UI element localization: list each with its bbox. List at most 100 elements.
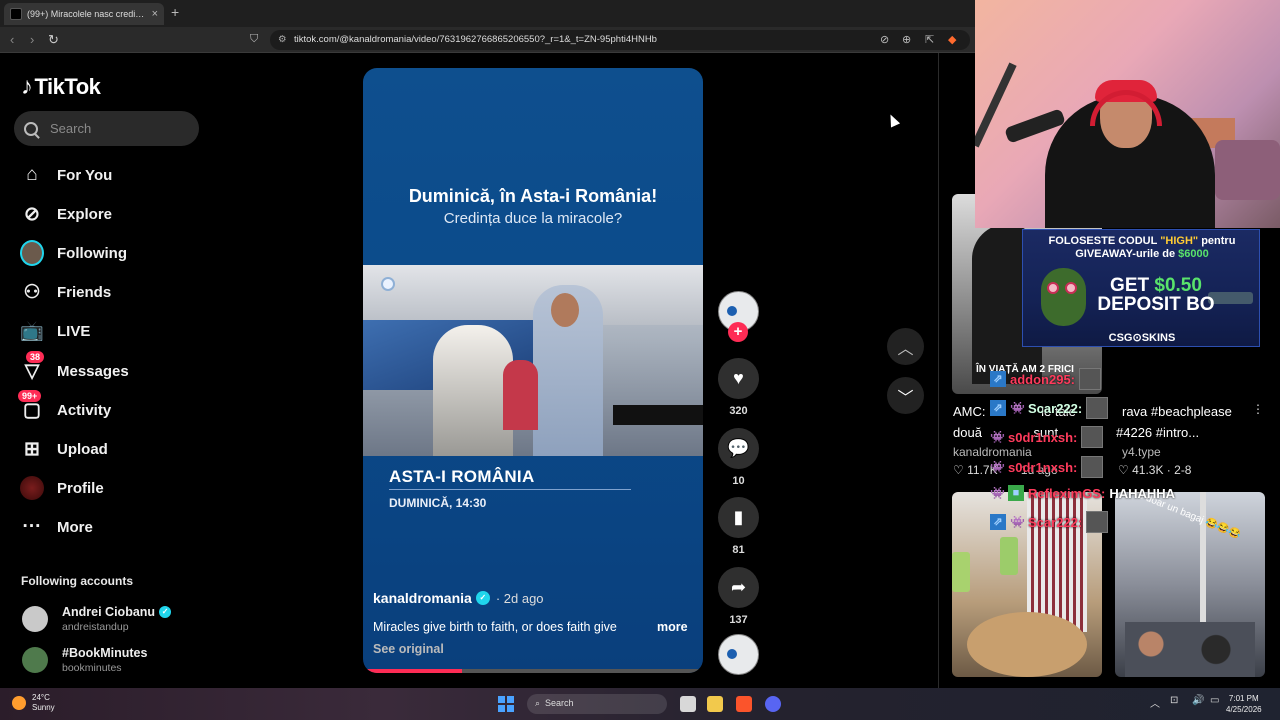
nav-profile[interactable]: Profile [20,476,104,500]
back-icon[interactable]: ‹ [10,32,14,47]
promo-big-amount: $0.50 [1154,275,1202,296]
taskview-icon[interactable] [680,696,696,712]
nav-label: LIVE [57,322,91,340]
chat-user: addon295: [1010,371,1076,387]
reload-icon[interactable]: ↻ [48,32,59,48]
divider [938,53,939,688]
taskbar-search-label: Search [545,698,574,708]
nav-more[interactable]: ··· More [20,515,93,539]
discord-icon[interactable] [765,696,781,712]
brave-shield-icon[interactable]: ◆ [948,33,956,46]
chevron-up-icon: ︿ [897,340,914,358]
nav-friends[interactable]: ⚇ Friends [20,280,111,304]
see-original-link[interactable]: See original [373,642,444,656]
card-options-icon[interactable]: ⋮ [1252,402,1264,416]
follow-plus-icon[interactable]: + [728,322,748,342]
forward-icon[interactable]: › [30,32,34,47]
comment-button[interactable]: 💬 [718,428,759,469]
chat-badge-icon: 👾 [990,460,1005,474]
volume-icon[interactable]: 🔊 [1192,695,1204,706]
following-accounts-title: Following accounts [21,574,134,588]
browser-tab[interactable]: (99+) Miracolele nasc credință × [4,3,164,25]
nav-upload[interactable]: ⊞ Upload [20,437,108,461]
account-handle: andreistandup [62,621,129,633]
tiktok-logo[interactable]: ♪ TikTok [21,73,101,101]
video-frame [363,265,703,456]
sub-badge-icon: ■ [1008,485,1024,501]
chat-avatar [1086,397,1109,419]
share-arrow-icon: ➦ [730,577,747,597]
brave-browser-icon[interactable] [736,696,752,712]
alien-badge-icon: 👾 [1010,401,1025,415]
following-account[interactable]: #BookMinutes bookminutes [22,646,147,674]
media-icon[interactable]: ⊘ [880,33,889,46]
card-author[interactable]: y4.type [1122,445,1161,459]
nav-label: Following [57,244,127,262]
video-author[interactable]: kanaldromania ✓ · 2d ago [373,590,544,606]
nav-explore[interactable]: ⊘ Explore [20,202,112,226]
video-subtitle: Credința duce la miracole? [443,210,623,227]
card-title[interactable]: rava #beachplease [1122,404,1232,419]
home-icon: ⌂ [26,164,38,185]
chat-avatar [1086,511,1109,533]
new-tab-button[interactable]: + [171,4,179,20]
more-button[interactable]: more [657,620,688,634]
previous-video-button[interactable]: ︿ [887,328,924,365]
network-icon[interactable]: ⊡ [1170,695,1178,706]
nav-live[interactable]: 📺 LIVE [20,319,90,343]
tray-chevron-icon[interactable]: ︿ [1150,695,1160,710]
battery-icon[interactable]: ▭ [1210,695,1219,706]
tiktok-note-icon: ♪ [21,73,33,100]
weather-condition: Sunny [32,703,55,712]
next-video-button[interactable]: ﹀ [887,377,924,414]
share-button[interactable]: ➦ [718,567,759,608]
promo-line: FOLOSESTE CODUL [1048,235,1158,247]
bookmark-icon[interactable]: ⛉ [250,33,258,46]
nav-activity[interactable]: ▢ 99+ Activity [18,390,111,422]
following-avatar-icon [20,240,44,266]
share-icon[interactable]: ⇱ [925,33,934,46]
file-explorer-icon[interactable] [707,696,723,712]
verified-icon: ✓ [159,606,172,618]
search-icon [24,121,38,136]
like-button[interactable]: ♥ [718,358,759,399]
video-progress-bar[interactable] [363,669,703,673]
temperature: 24°C [32,693,50,702]
address-bar[interactable]: ⚙ tiktok.com/@kanaldromania/video/763196… [270,30,970,50]
promo-text: FOLOSESTE CODUL "HIGH" pentru GIVEAWAY-u… [1023,235,1261,261]
chat-avatar [1079,368,1102,390]
mouse-cursor [885,112,901,128]
progress-fill [363,669,462,673]
post-age: · 2d ago [495,590,544,606]
nav-for-you[interactable]: ⌂ For You [20,163,112,187]
verified-icon: ✓ [475,591,490,605]
save-button[interactable]: ▮ [718,497,759,538]
promo-line: pentru [1201,235,1236,247]
video-thumbnail[interactable]: Are doar un bagaj 😂😂😂 [1115,492,1265,677]
account-name: Andrei Ciobanu [62,605,156,619]
system-clock[interactable]: 7:01 PM 4/25/2026 [1226,693,1262,715]
show-time: DUMINICĂ, 14:30 [389,496,487,510]
mascot-icon [1041,268,1086,326]
clock-date: 4/25/2026 [1226,705,1262,714]
site-info-icon[interactable]: ⚙ [278,34,287,45]
card-title-line2[interactable]: #4226 #intro... [1116,425,1199,440]
nav-messages[interactable]: ▽ 38 Messages [20,351,129,383]
chat-user: Scar222: [1028,514,1083,530]
taskbar-search[interactable]: ⌕ Search [527,694,667,714]
nav-following[interactable]: Following [20,240,127,266]
zoom-icon[interactable]: ⊕ [902,33,911,46]
sound-disc[interactable] [718,634,759,675]
weather-widget[interactable]: 24°C Sunny [12,693,55,713]
tab-close-icon[interactable]: × [152,8,158,20]
promo-banner: FOLOSESTE CODUL "HIGH" pentru GIVEAWAY-u… [1022,229,1260,347]
video-player[interactable]: Duminică, în Asta-i România! Credința du… [363,68,703,673]
channel-logo-icon [381,277,395,291]
chat-badge-icon: ⇗ [990,514,1006,530]
windows-start-icon[interactable] [498,696,514,712]
promo-offer: GET $0.50 DEPOSIT BO [1081,276,1231,314]
share-count: 137 [729,614,748,626]
following-account[interactable]: Andrei Ciobanu ✓ andreistandup [22,605,172,633]
chat-text: HAHAHHA [1109,485,1176,501]
search-input[interactable]: Search [14,111,199,146]
